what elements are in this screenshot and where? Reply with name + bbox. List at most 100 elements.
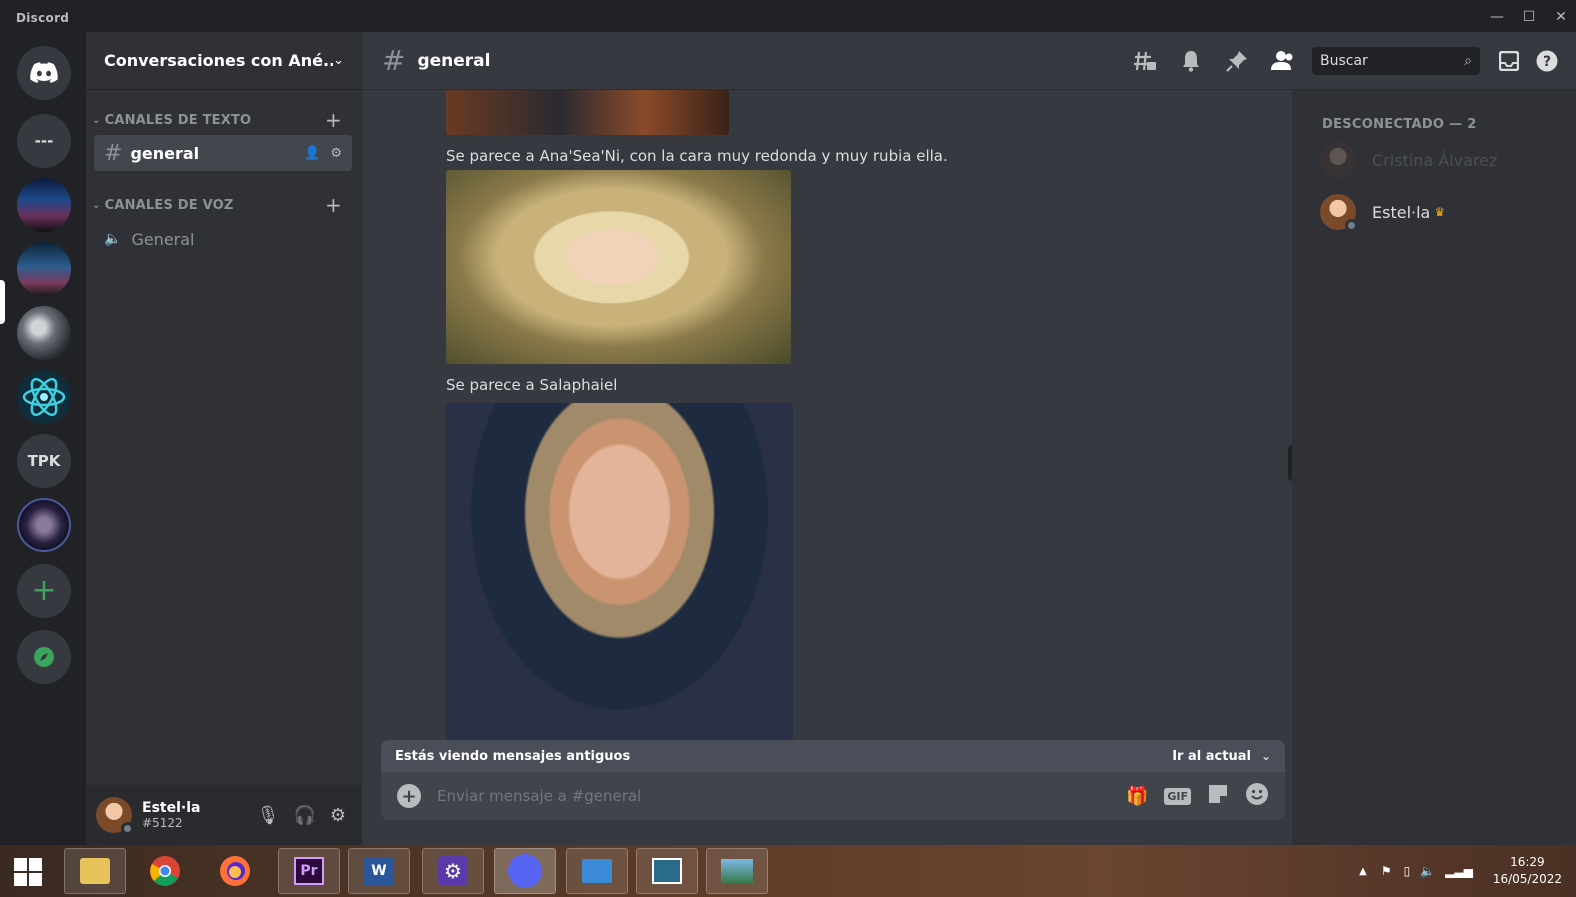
search-box[interactable]: ⌕ (1312, 47, 1480, 75)
member-list-icon[interactable] (1266, 46, 1300, 76)
network-signal-icon[interactable]: ▂▃▅ (1445, 864, 1473, 878)
plus-icon: + (31, 573, 57, 608)
user-tag: #5122 (142, 816, 183, 830)
sticker-icon[interactable] (1207, 783, 1229, 809)
member-list: DESCONECTADO — 2 Cristina Álvarez Estel·… (1292, 90, 1576, 845)
pin-icon[interactable] (1220, 46, 1254, 76)
add-channel-icon[interactable]: + (325, 108, 342, 132)
close-button[interactable]: ✕ (1546, 6, 1576, 28)
premiere-icon[interactable]: Pr (278, 848, 340, 894)
image-viewer-icon[interactable] (706, 848, 768, 894)
user-name: Estel·la (142, 800, 201, 816)
message-image-partial[interactable] (446, 90, 729, 135)
member-name: Cristina Álvarez (1372, 150, 1498, 170)
clock[interactable]: 16:29 16/05/2022 (1493, 854, 1562, 888)
voice-channel-general[interactable]: 🔈 General (94, 221, 352, 257)
message-image-blonde-woman[interactable] (446, 170, 791, 364)
photos-icon[interactable] (636, 848, 698, 894)
minimize-button[interactable]: — (1482, 6, 1512, 28)
settings-gear-icon[interactable]: ⚙ (422, 848, 484, 894)
tray-expand-icon[interactable]: ▲ (1359, 866, 1367, 877)
taskbar: Pr W ⚙ ▲ ⚑ ▯ 🔈 ▂▃▅ 16:29 16/05/2022 (0, 845, 1576, 897)
status-dot (1345, 219, 1358, 232)
gift-icon[interactable]: 🎁 (1126, 786, 1148, 807)
emoji-icon[interactable] (1245, 782, 1269, 810)
microphone-icon[interactable]: 🎙 (257, 805, 280, 826)
channel-title: general (417, 50, 491, 71)
server-list: --- TPK + (0, 32, 86, 845)
avatar (1320, 194, 1358, 232)
member-section-header: DESCONECTADO — 2 (1322, 117, 1477, 132)
crown-icon: ♛ (1434, 205, 1446, 219)
inbox-icon[interactable] (1492, 46, 1526, 76)
message-text: Se parece a Salaphaiel (446, 376, 618, 394)
headphones-icon[interactable]: 🎧 (293, 805, 315, 826)
clock-date: 16/05/2022 (1492, 872, 1562, 886)
category-text-channels[interactable]: ⌄ CANALES DE TEXTO + (86, 108, 362, 132)
system-tray: ▲ ⚑ ▯ 🔈 ▂▃▅ 16:29 16/05/2022 (1359, 845, 1576, 897)
clock-time: 16:29 (1510, 855, 1545, 869)
hash-icon: # (382, 44, 406, 77)
avatar (1320, 142, 1356, 178)
bell-icon[interactable] (1174, 46, 1208, 76)
old-messages-label: Estás viendo mensajes antiguos (395, 748, 631, 764)
word-icon[interactable]: W (348, 848, 410, 894)
windows-start-icon[interactable] (14, 858, 42, 890)
maximize-button[interactable]: ☐ (1514, 6, 1544, 28)
action-center-flag-icon[interactable]: ⚑ (1381, 864, 1392, 878)
invite-user-icon[interactable]: 👤 (304, 146, 320, 161)
channel-label: General (131, 229, 195, 249)
guild-header[interactable]: Conversaciones con Ané... ⌄ (86, 32, 362, 90)
home-button[interactable] (17, 46, 71, 100)
title-bar: Discord — ☐ ✕ (0, 0, 1576, 32)
member-item[interactable]: Estel·la ♛ (1320, 190, 1560, 234)
chevron-down-icon: ⌄ (92, 114, 101, 126)
chrome-icon[interactable] (134, 848, 196, 894)
file-explorer-icon[interactable] (64, 848, 126, 894)
member-item[interactable]: Cristina Álvarez (1320, 138, 1560, 182)
category-voice-channels[interactable]: ⌄ CANALES DE VOZ + (86, 193, 362, 217)
server-folder-label: --- (17, 114, 71, 168)
server-tpk-label: TPK (17, 434, 71, 488)
battery-icon[interactable]: ▯ (1404, 864, 1411, 878)
jump-to-present-button[interactable]: Ir al actual (1172, 749, 1251, 764)
chevron-down-icon: ⌄ (1260, 749, 1271, 763)
firefox-icon[interactable] (204, 848, 266, 894)
server-icon-6[interactable] (17, 498, 71, 552)
channel-general[interactable]: # general 👤 ⚙ (94, 135, 352, 171)
main-area: # general ⌕ ? (362, 32, 1576, 845)
server-icon-3[interactable] (17, 306, 71, 360)
attach-plus-icon[interactable]: + (397, 784, 421, 808)
server-icon-2[interactable] (17, 242, 71, 296)
chevron-down-icon: ⌄ (333, 53, 344, 68)
explore-servers-button[interactable] (17, 630, 71, 684)
server-tpk[interactable]: TPK (17, 434, 71, 488)
gif-button[interactable]: GIF (1164, 787, 1191, 805)
server-icon-4[interactable] (17, 370, 71, 424)
discord-logo-icon (30, 62, 58, 83)
category-label: CANALES DE VOZ (104, 197, 234, 213)
add-channel-icon[interactable]: + (325, 193, 342, 217)
discord-taskbar-icon[interactable] (494, 848, 556, 894)
server-icon-1[interactable] (17, 178, 71, 232)
selected-server-indicator (0, 280, 5, 324)
gear-icon[interactable]: ⚙ (330, 146, 342, 161)
remote-desktop-icon[interactable] (566, 848, 628, 894)
message-list[interactable]: Se parece a Ana'Sea'Ni, con la cara muy … (362, 90, 1292, 740)
avatar[interactable] (96, 797, 134, 835)
add-server-button[interactable]: + (17, 564, 71, 618)
chevron-down-icon: ⌄ (92, 199, 101, 211)
gear-icon[interactable]: ⚙ (330, 805, 346, 826)
volume-icon[interactable]: 🔈 (1420, 864, 1435, 878)
help-icon[interactable]: ? (1530, 46, 1564, 76)
server-folder[interactable]: --- (17, 114, 71, 168)
svg-text:?: ? (1543, 54, 1551, 70)
channel-sidebar: Conversaciones con Ané... ⌄ ⌄ CANALES DE… (86, 32, 362, 845)
message-image-bearded-man[interactable] (446, 403, 793, 740)
threads-icon[interactable] (1128, 46, 1162, 76)
category-label: CANALES DE TEXTO (104, 112, 252, 128)
search-input[interactable] (1320, 53, 1465, 69)
window-title: Discord (16, 11, 70, 25)
message-input[interactable] (437, 787, 1126, 805)
status-dot (121, 822, 134, 835)
